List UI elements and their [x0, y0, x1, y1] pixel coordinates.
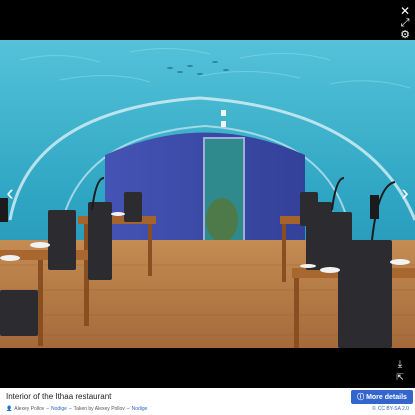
more-details-button[interactable]: ⓘ More details [351, 390, 413, 404]
photo-ithaa-restaurant [0, 40, 415, 348]
cc-icon: © [372, 406, 376, 412]
author-name: Alexey Pollov [14, 406, 45, 412]
author-link[interactable]: Nodige [51, 406, 67, 412]
user-icon: 👤 [6, 406, 13, 412]
info-icon: ⓘ [357, 394, 365, 401]
more-details-label: More details [366, 393, 407, 401]
attribution: 👤 Alexey Pollov – Nodige – Taken by Alex… [6, 406, 147, 412]
separator: – [126, 406, 130, 412]
license-label: CC BY-SA 2.0 [377, 406, 409, 412]
chevron-right-icon[interactable]: › [395, 178, 415, 208]
separator: – [46, 406, 50, 412]
viewer-toolbar: ✕ ⤢ ⚙ [0, 0, 415, 40]
chevron-left-icon[interactable]: ‹ [0, 178, 20, 208]
image-title: Interior of the Ithaa restaurant [6, 392, 112, 401]
media-viewer: ✕ ⤢ ⚙ ‹ › ⤓ ⇱ [0, 0, 415, 388]
separator: – [68, 406, 72, 412]
taken-by-link[interactable]: Nodige [132, 406, 148, 412]
taken-by-text: Taken by Alexey Pollov [73, 406, 125, 412]
photo-image [0, 40, 415, 348]
viewer-bottom-toolbar: ⤓ ⇱ [385, 350, 415, 388]
license[interactable]: © CC BY-SA 2.0 [372, 406, 409, 412]
external-link-icon[interactable]: ⇱ [393, 370, 407, 384]
